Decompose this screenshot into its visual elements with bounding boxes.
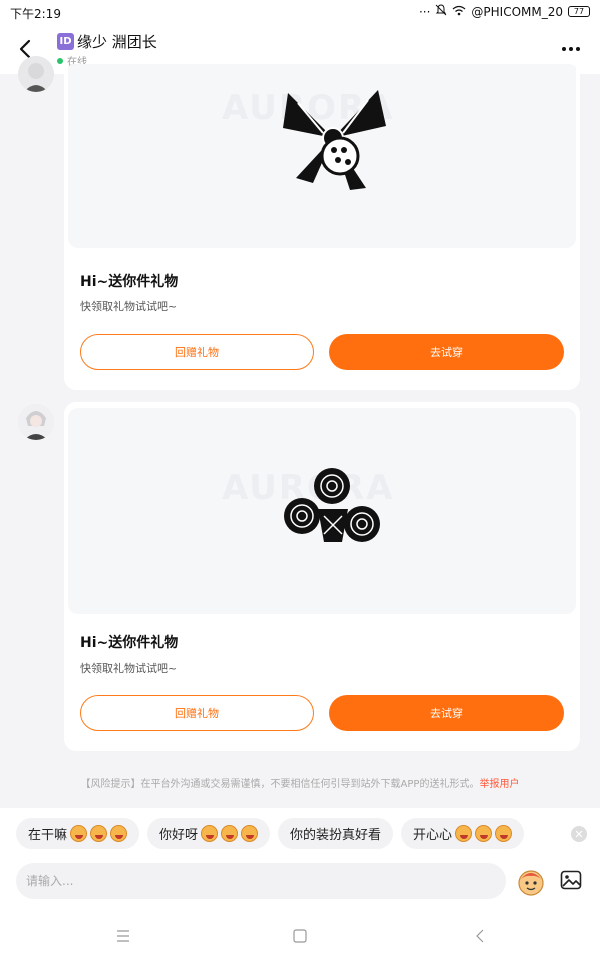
system-nav-bar	[0, 918, 600, 954]
signal-icon: ···	[418, 4, 431, 19]
composer-area: 在干嘛 你好呀 你的装扮真好看 开心心 ✕	[0, 808, 600, 960]
return-gift-button[interactable]: 回赠礼物	[80, 695, 314, 731]
tiger-emoji-icon	[221, 825, 239, 842]
quick-reply-chip[interactable]: 在干嘛	[16, 818, 140, 849]
hamburger-icon	[117, 930, 129, 942]
chat-title: 缘少 淵团长	[77, 33, 157, 51]
online-dot-icon	[57, 57, 63, 64]
try-on-button[interactable]: 去试穿	[329, 334, 564, 370]
status-time: 下午2:19	[10, 7, 61, 21]
status-bar: 下午2:19 ··· @PHICOMM_20 77	[0, 0, 600, 24]
network-name: @PHICOMM_20	[471, 4, 563, 19]
battery-icon: 77	[568, 6, 590, 17]
sender-avatar[interactable]	[18, 404, 54, 440]
menu-nav-button[interactable]	[113, 926, 133, 946]
return-gift-button[interactable]: 回赠礼物	[80, 334, 314, 370]
back-nav-button[interactable]	[470, 926, 490, 946]
gift-card-subtitle: 快领取礼物试试吧~	[80, 662, 178, 675]
emoji-sticker-icon	[518, 870, 544, 896]
dot-icon	[576, 47, 580, 51]
avatar-image	[18, 404, 54, 440]
home-nav-button[interactable]	[290, 926, 310, 946]
dot-icon	[569, 47, 573, 51]
gift-message-card: AURORA Hi~送你件礼物 快领取礼物试试吧~ 回赠礼物 去试穿	[64, 64, 580, 390]
gift-message-card: AURORA Hi~送你件礼物 快领取礼物试试吧~ 回赠礼物 去试穿	[64, 402, 580, 751]
quick-reply-chip[interactable]: 你好呀	[147, 818, 271, 849]
avatar-image	[18, 56, 54, 92]
status-indicators: ··· @PHICOMM_20 77	[419, 4, 590, 19]
try-on-button[interactable]: 去试穿	[329, 695, 564, 731]
chevron-left-icon	[476, 929, 484, 943]
close-quick-replies-icon[interactable]: ✕	[571, 826, 587, 842]
emoji-button[interactable]	[516, 867, 546, 897]
gift-card-title: Hi~送你件礼物	[80, 274, 179, 290]
image-picker-button[interactable]	[560, 869, 582, 891]
dot-icon	[562, 47, 566, 51]
wifi-icon	[452, 5, 466, 19]
chat-title-row: ID 缘少 淵团长	[57, 31, 157, 52]
quick-reply-text: 你的装扮真好看	[290, 828, 382, 843]
message-input[interactable]	[16, 863, 506, 899]
happy-emoji-icon	[475, 825, 493, 842]
risk-notice: 【风险提示】在平台外沟通或交易需谨慎，不要相信任何引导到站外下载APP的送礼形式…	[0, 775, 600, 790]
laughing-emoji-icon	[90, 825, 108, 842]
tiger-emoji-icon	[241, 825, 259, 842]
square-icon	[293, 929, 307, 943]
gift-card-subtitle: 快领取礼物试试吧~	[80, 300, 178, 313]
quick-reply-chip[interactable]: 开心心	[401, 818, 525, 849]
report-user-link[interactable]: 举报用户	[479, 779, 519, 790]
image-icon	[560, 870, 582, 890]
mute-bell-icon	[435, 4, 447, 19]
quick-reply-text: 你好呀	[159, 828, 199, 843]
quick-reply-text: 开心心	[413, 828, 453, 843]
gift-image: AURORA	[68, 64, 576, 248]
gift-card-title: Hi~送你件礼物	[80, 635, 179, 651]
id-badge: ID	[57, 33, 74, 50]
laughing-emoji-icon	[110, 825, 128, 842]
risk-notice-text: 【风险提示】在平台外沟通或交易需谨慎，不要相信任何引导到站外下载APP的送礼形式…	[80, 779, 480, 790]
gift-image: AURORA	[68, 408, 576, 614]
sender-avatar[interactable]	[18, 56, 54, 92]
laughing-emoji-icon	[70, 825, 88, 842]
tiger-emoji-icon	[201, 825, 219, 842]
quick-reply-chip[interactable]: 你的装扮真好看	[278, 818, 394, 849]
roses-gift-image	[284, 468, 380, 542]
happy-emoji-icon	[495, 825, 513, 842]
bow-gift-image	[283, 90, 386, 190]
quick-replies: 在干嘛 你好呀 你的装扮真好看 开心心	[16, 818, 525, 849]
more-options-button[interactable]	[560, 38, 582, 60]
happy-emoji-icon	[455, 825, 473, 842]
quick-reply-text: 在干嘛	[28, 828, 68, 843]
